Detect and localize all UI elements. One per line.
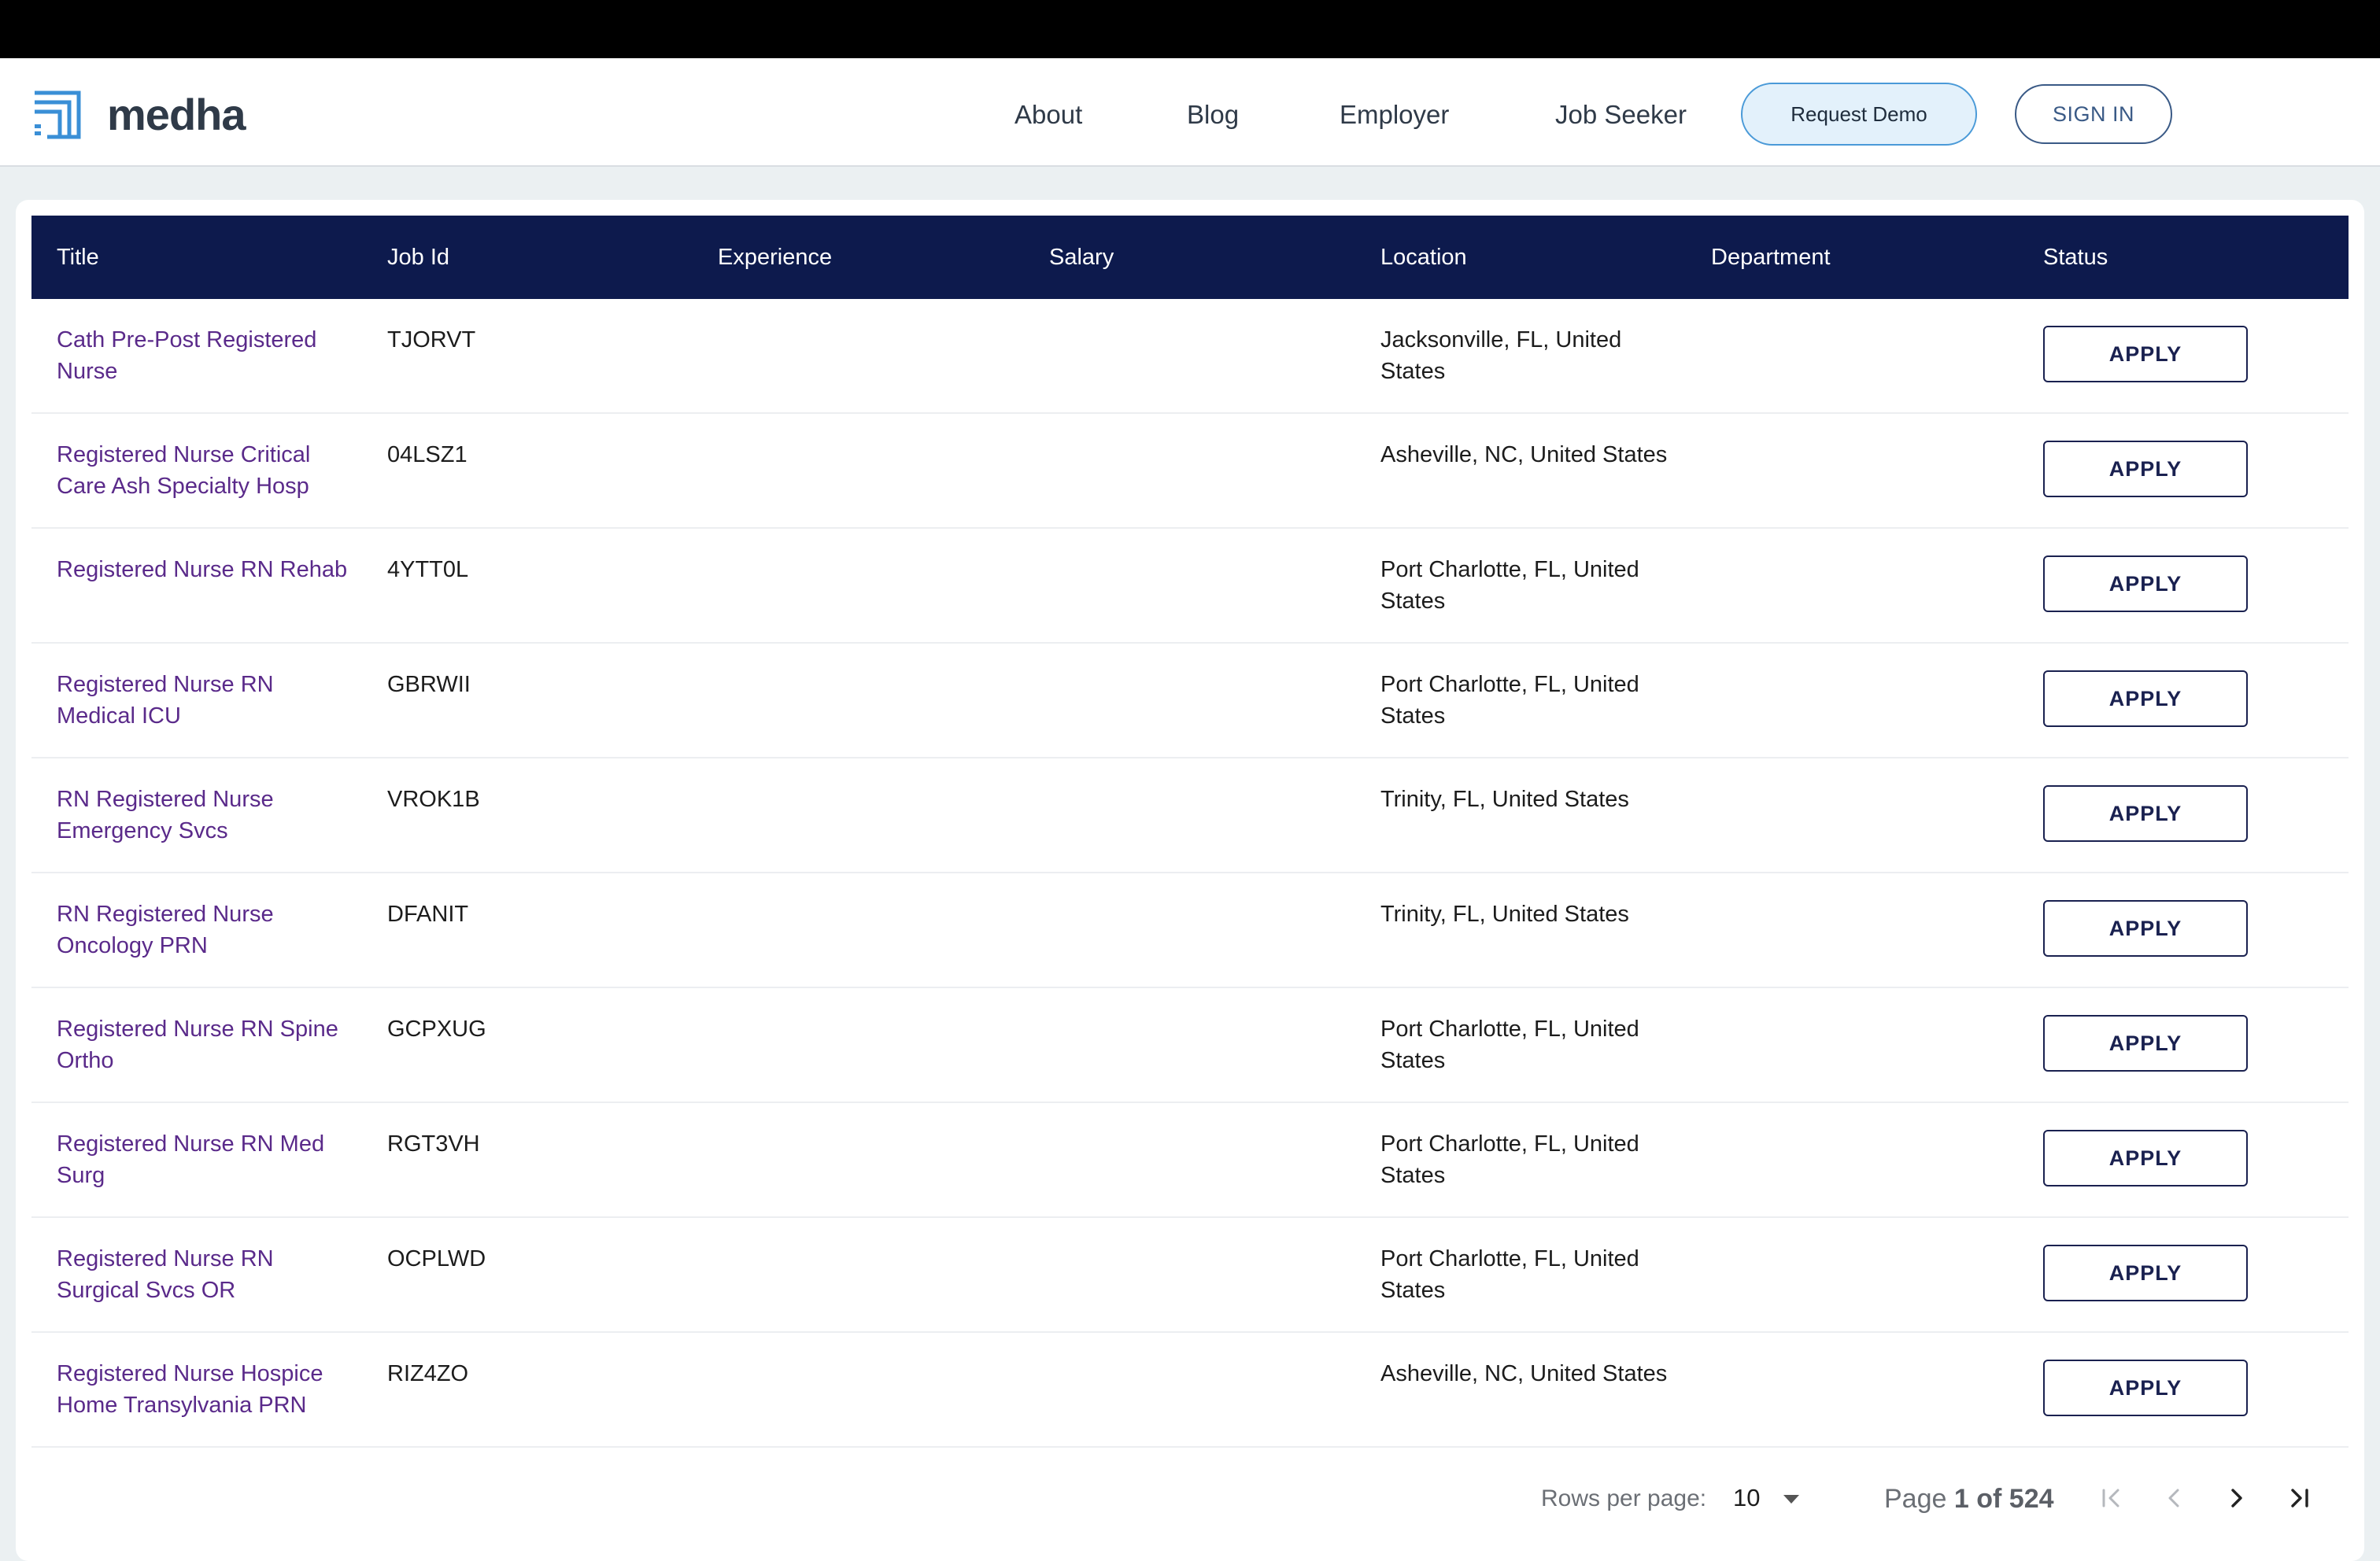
job-location: Trinity, FL, United States <box>1380 787 1629 812</box>
job-location: Port Charlotte, FL, United States <box>1380 1246 1639 1303</box>
job-title-link[interactable]: Registered Nurse RN Med Surg <box>57 1128 356 1191</box>
job-location: Port Charlotte, FL, United States <box>1380 1131 1639 1188</box>
nav-employer[interactable]: Employer <box>1340 93 1449 137</box>
job-title-link[interactable]: Registered Nurse Critical Care Ash Speci… <box>57 439 356 502</box>
table-row: RN Registered Nurse Oncology PRN DFANIT … <box>31 873 2349 988</box>
table-row: RN Registered Nurse Emergency Svcs VROK1… <box>31 758 2349 873</box>
job-location: Port Charlotte, FL, United States <box>1380 1017 1639 1073</box>
apply-button[interactable]: APPLY <box>2043 1360 2248 1416</box>
previous-page-icon <box>2168 1489 2179 1507</box>
job-id: OCPLWD <box>387 1246 486 1271</box>
job-location: Asheville, NC, United States <box>1380 442 1668 467</box>
apply-button[interactable]: APPLY <box>2043 1015 2248 1072</box>
job-id: 4YTT0L <box>387 557 469 582</box>
job-title-link[interactable]: RN Registered Nurse Oncology PRN <box>57 899 356 961</box>
apply-button[interactable]: APPLY <box>2043 555 2248 612</box>
job-id: DFANIT <box>387 902 469 927</box>
nav-job-seeker[interactable]: Job Seeker <box>1555 93 1687 137</box>
table-row: Registered Nurse RN Medical ICU GBRWII P… <box>31 644 2349 758</box>
job-location: Port Charlotte, FL, United States <box>1380 672 1639 729</box>
site-header: medha About Blog Employer Job Seeker Req… <box>0 58 2380 167</box>
job-location: Jacksonville, FL, United States <box>1380 327 1622 384</box>
page-of-label: of <box>1976 1484 2002 1514</box>
table-row: Cath Pre-Post Registered Nurse TJORVT Ja… <box>31 299 2349 414</box>
job-id: 04LSZ1 <box>387 442 468 467</box>
job-id: VROK1B <box>387 787 480 812</box>
job-id: RIZ4ZO <box>387 1361 469 1386</box>
first-page-icon <box>2102 1489 2119 1507</box>
column-header-title: Title <box>57 245 99 270</box>
jobs-table-body: Cath Pre-Post Registered Nurse TJORVT Ja… <box>31 299 2349 1448</box>
job-title-link[interactable]: Cath Pre-Post Registered Nurse <box>57 324 356 387</box>
apply-button[interactable]: APPLY <box>2043 326 2248 382</box>
table-row: Registered Nurse Hospice Home Transylvan… <box>31 1333 2349 1448</box>
table-row: Registered Nurse RN Spine Ortho GCPXUG P… <box>31 988 2349 1103</box>
page-total: 524 <box>2009 1484 2054 1514</box>
job-id: TJORVT <box>387 327 476 352</box>
medha-logo-icon[interactable] <box>31 90 82 140</box>
table-row: Registered Nurse RN Rehab 4YTT0L Port Ch… <box>31 529 2349 644</box>
apply-button[interactable]: APPLY <box>2043 1130 2248 1186</box>
page-prefix: Page <box>1884 1484 1947 1514</box>
job-title-link[interactable]: Registered Nurse RN Surgical Svcs OR <box>57 1243 356 1306</box>
table-row: Registered Nurse RN Surgical Svcs OR OCP… <box>31 1218 2349 1333</box>
nav-blog[interactable]: Blog <box>1187 93 1239 137</box>
apply-button[interactable]: APPLY <box>2043 900 2248 957</box>
page-indicator: Page 1 of 524 <box>1884 1482 2054 1515</box>
nav-about[interactable]: About <box>1014 93 1082 137</box>
top-black-bar <box>0 0 2380 58</box>
brand-name[interactable]: medha <box>107 82 246 148</box>
job-location: Port Charlotte, FL, United States <box>1380 557 1639 614</box>
next-page-button[interactable] <box>2218 1479 2256 1517</box>
first-page-button[interactable] <box>2092 1479 2130 1517</box>
job-title-link[interactable]: RN Registered Nurse Emergency Svcs <box>57 784 356 847</box>
job-id: GCPXUG <box>387 1017 486 1042</box>
column-header-job-id: Job Id <box>387 245 449 270</box>
column-header-experience: Experience <box>718 245 833 270</box>
rows-per-page-select[interactable]: 10 <box>1733 1482 1760 1514</box>
job-title-link[interactable]: Registered Nurse RN Rehab <box>57 554 356 585</box>
job-id: RGT3VH <box>387 1131 480 1157</box>
caret-down-icon[interactable] <box>1783 1495 1799 1504</box>
job-location: Trinity, FL, United States <box>1380 902 1629 927</box>
job-title-link[interactable]: Registered Nurse RN Medical ICU <box>57 669 356 732</box>
apply-button[interactable]: APPLY <box>2043 785 2248 842</box>
column-header-status: Status <box>2043 245 2108 270</box>
previous-page-button[interactable] <box>2155 1479 2193 1517</box>
table-header: Title Job Id Experience Salary Location … <box>31 216 2349 299</box>
last-page-button[interactable] <box>2281 1479 2319 1517</box>
request-demo-button[interactable]: Request Demo <box>1741 83 1977 146</box>
apply-button[interactable]: APPLY <box>2043 441 2248 497</box>
column-header-location: Location <box>1380 245 1467 270</box>
sign-in-button[interactable]: SIGN IN <box>2015 84 2172 144</box>
rows-per-page-label: Rows per page: <box>1541 1485 1707 1511</box>
job-location: Asheville, NC, United States <box>1380 1361 1668 1386</box>
column-header-salary: Salary <box>1049 245 1114 270</box>
apply-button[interactable]: APPLY <box>2043 1245 2248 1301</box>
page-current: 1 <box>1953 1484 1969 1514</box>
last-page-icon <box>2291 1489 2308 1507</box>
table-row: Registered Nurse Critical Care Ash Speci… <box>31 414 2349 529</box>
apply-button[interactable]: APPLY <box>2043 670 2248 727</box>
table-row: Registered Nurse RN Med Surg RGT3VH Port… <box>31 1103 2349 1218</box>
job-title-link[interactable]: Registered Nurse RN Spine Ortho <box>57 1013 356 1076</box>
column-header-department: Department <box>1711 245 1831 270</box>
job-id: GBRWII <box>387 672 471 697</box>
job-title-link[interactable]: Registered Nurse Hospice Home Transylvan… <box>57 1358 356 1421</box>
next-page-icon <box>2231 1489 2242 1507</box>
